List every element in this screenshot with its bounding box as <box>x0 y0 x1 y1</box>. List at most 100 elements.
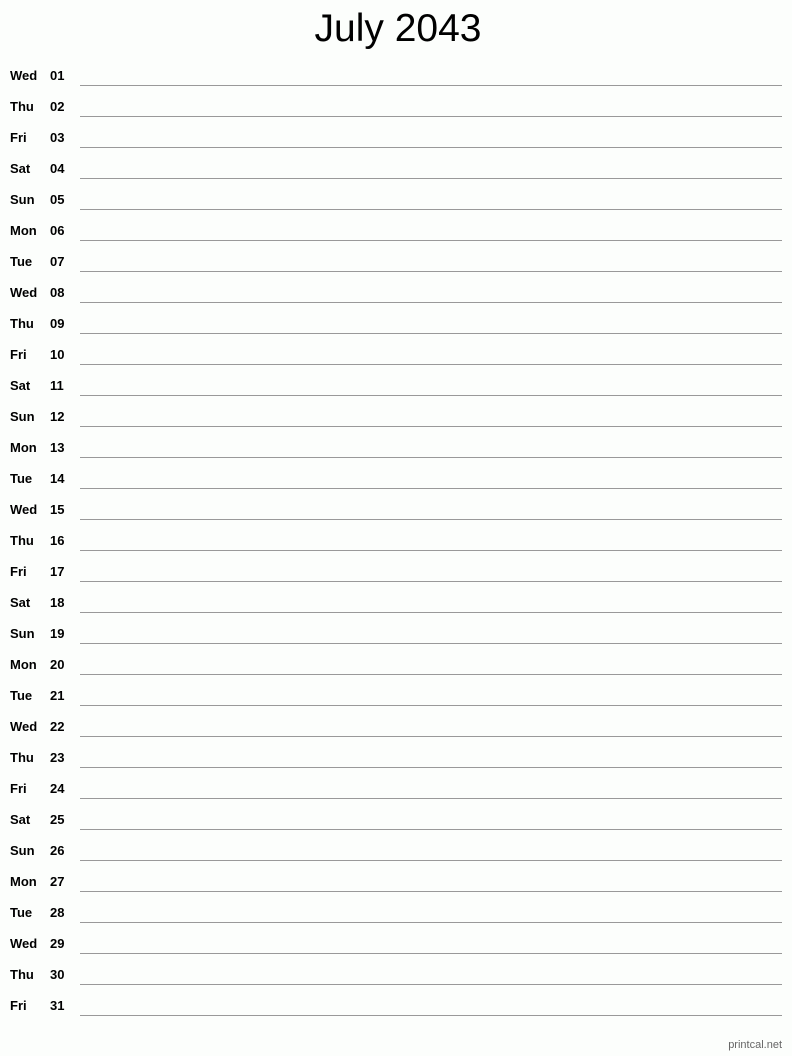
day-number: 31 <box>50 998 65 1013</box>
writing-line <box>80 271 782 272</box>
writing-line <box>80 860 782 861</box>
calendar-title: July 2043 <box>314 7 482 50</box>
day-row: Wed 29 <box>0 927 792 958</box>
day-number: 23 <box>50 750 65 765</box>
day-of-week: Wed <box>10 285 38 300</box>
writing-line <box>80 829 782 830</box>
day-number: 15 <box>50 502 65 517</box>
day-row: Fri 31 <box>0 989 792 1020</box>
day-row: Sat 18 <box>0 586 792 617</box>
day-number: 29 <box>50 936 65 951</box>
day-row: Mon 27 <box>0 865 792 896</box>
day-number: 10 <box>50 347 65 362</box>
day-of-week: Mon <box>10 657 37 672</box>
writing-line <box>80 550 782 551</box>
writing-line <box>80 953 782 954</box>
day-number: 11 <box>50 378 64 393</box>
day-number: 17 <box>50 564 65 579</box>
day-number: 08 <box>50 285 65 300</box>
day-row: Fri 10 <box>0 338 792 369</box>
day-of-week: Sun <box>10 192 35 207</box>
day-number: 24 <box>50 781 65 796</box>
day-row: Fri 17 <box>0 555 792 586</box>
writing-line <box>80 209 782 210</box>
day-row: Fri 03 <box>0 121 792 152</box>
day-of-week: Thu <box>10 99 34 114</box>
writing-line <box>80 1015 782 1016</box>
day-row: Wed 22 <box>0 710 792 741</box>
day-of-week: Fri <box>10 564 27 579</box>
day-row: Sun 19 <box>0 617 792 648</box>
day-number: 06 <box>50 223 65 238</box>
day-of-week: Wed <box>10 68 38 83</box>
footer-credit: printcal.net <box>728 1039 782 1051</box>
writing-line <box>80 364 782 365</box>
day-of-week: Sun <box>10 626 35 641</box>
day-number: 19 <box>50 626 65 641</box>
day-row: Mon 06 <box>0 214 792 245</box>
writing-line <box>80 457 782 458</box>
day-row: Wed 08 <box>0 276 792 307</box>
writing-line <box>80 705 782 706</box>
day-of-week: Mon <box>10 223 37 238</box>
day-of-week: Tue <box>10 688 33 703</box>
day-number: 26 <box>50 843 65 858</box>
day-of-week: Wed <box>10 502 38 517</box>
day-of-week: Wed <box>10 719 38 734</box>
day-number: 28 <box>50 905 65 920</box>
day-row: Fri 24 <box>0 772 792 803</box>
day-of-week: Sun <box>10 409 35 424</box>
day-number: 14 <box>50 471 65 486</box>
day-of-week: Wed <box>10 936 38 951</box>
writing-line <box>80 519 782 520</box>
writing-line <box>80 116 782 117</box>
writing-line <box>80 333 782 334</box>
writing-line <box>80 643 782 644</box>
day-row: Tue 07 <box>0 245 792 276</box>
day-of-week: Mon <box>10 874 37 889</box>
day-row: Tue 21 <box>0 679 792 710</box>
writing-line <box>80 395 782 396</box>
writing-line <box>80 612 782 613</box>
writing-line <box>80 302 782 303</box>
day-of-week: Tue <box>10 471 33 486</box>
writing-line <box>80 581 782 582</box>
day-of-week: Thu <box>10 967 34 982</box>
day-row: Thu 16 <box>0 524 792 555</box>
day-row: Sun 05 <box>0 183 792 214</box>
writing-line <box>80 147 782 148</box>
day-row: Thu 30 <box>0 958 792 989</box>
day-row: Wed 01 <box>0 59 792 90</box>
day-number: 30 <box>50 967 65 982</box>
day-number: 01 <box>50 68 65 83</box>
day-number: 22 <box>50 719 65 734</box>
day-number: 21 <box>50 688 65 703</box>
day-number: 05 <box>50 192 65 207</box>
day-row: Sat 25 <box>0 803 792 834</box>
day-row: Tue 14 <box>0 462 792 493</box>
writing-line <box>80 674 782 675</box>
day-number: 13 <box>50 440 65 455</box>
day-row: Sun 26 <box>0 834 792 865</box>
day-of-week: Fri <box>10 130 27 145</box>
writing-line <box>80 984 782 985</box>
day-of-week: Mon <box>10 440 37 455</box>
day-row: Sat 04 <box>0 152 792 183</box>
day-of-week: Fri <box>10 781 27 796</box>
day-number: 25 <box>50 812 65 827</box>
day-row: Wed 15 <box>0 493 792 524</box>
day-of-week: Sun <box>10 843 35 858</box>
day-number: 09 <box>50 316 65 331</box>
writing-line <box>80 488 782 489</box>
writing-line <box>80 767 782 768</box>
day-of-week: Tue <box>10 254 33 269</box>
day-of-week: Thu <box>10 533 34 548</box>
day-of-week: Sat <box>10 378 31 393</box>
day-row: Mon 20 <box>0 648 792 679</box>
day-of-week: Tue <box>10 905 33 920</box>
day-number: 27 <box>50 874 65 889</box>
day-number: 18 <box>50 595 65 610</box>
day-number: 04 <box>50 161 65 176</box>
day-of-week: Sat <box>10 161 31 176</box>
day-number: 16 <box>50 533 65 548</box>
